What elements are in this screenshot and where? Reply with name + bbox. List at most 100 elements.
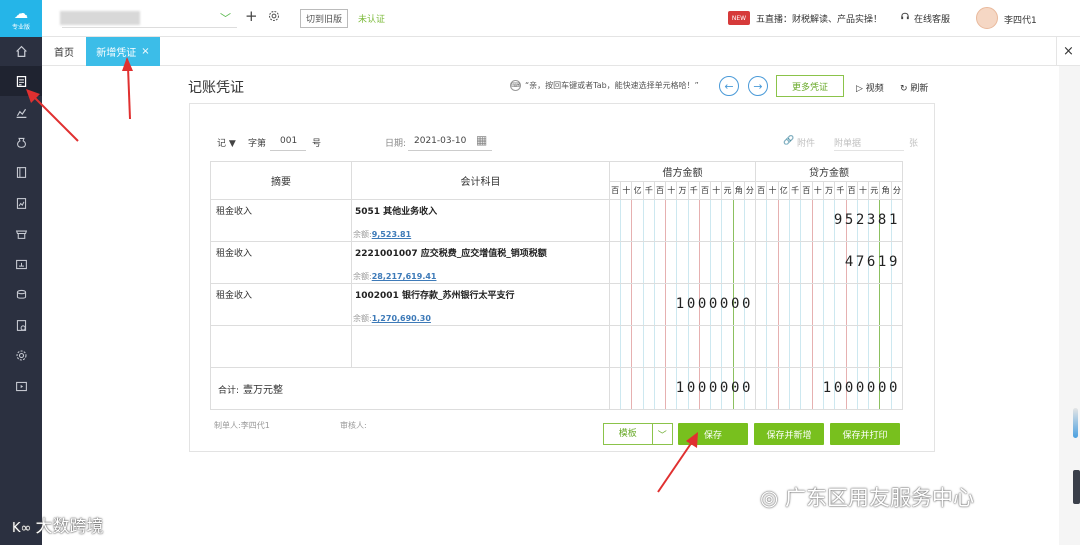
credit-cell[interactable]: 47619 (755, 241, 903, 284)
debit-cell[interactable] (609, 241, 756, 284)
voucher-row: 租金收入 2221001007 应交税费_应交增值税_销项税额 余额:28,217,… (210, 241, 903, 284)
attachment-count-label: 附单据 (834, 139, 862, 149)
digit-column (689, 242, 700, 283)
debit-cell[interactable] (609, 199, 756, 242)
brand-icon: K∞ (12, 521, 36, 536)
template-label[interactable]: 模板 (604, 424, 653, 444)
save-and-print-button[interactable]: 保存并打印 (830, 423, 900, 445)
chevron-down-icon[interactable]: ﹀ (220, 10, 231, 26)
wechat-icon: ◎ (760, 486, 785, 510)
account-cell[interactable]: 1002001 银行存款_苏州银行太平支行 余额:1,270,690.30 (351, 283, 610, 326)
voucher-number-input[interactable]: 001 (280, 136, 297, 146)
account-cell[interactable]: 5051 其他业务收入 余额:9,523.81 (351, 199, 610, 242)
digit-column (801, 284, 813, 325)
sidebar-invoice-icon[interactable] (0, 310, 42, 340)
digit-column (813, 242, 824, 283)
credit-cell[interactable] (755, 325, 903, 368)
refresh-link[interactable]: ↻ 刷新 (900, 81, 928, 94)
sidebar-report-icon[interactable] (0, 188, 42, 218)
switch-old-version-button[interactable]: 切到旧版 (300, 9, 349, 28)
sidebar-home-icon[interactable] (0, 36, 42, 66)
sidebar-cash-icon[interactable] (0, 279, 42, 309)
amount-grid (610, 326, 755, 367)
debit-cell[interactable] (609, 325, 756, 368)
voucher-row (210, 325, 903, 368)
digit-unit-label: 十 (858, 182, 870, 199)
balance-value[interactable]: 9,523.81 (372, 230, 411, 239)
refresh-icon: ↻ (900, 84, 911, 94)
voucher-word-select[interactable]: 记 ▼ (217, 136, 236, 149)
digit-column (813, 284, 824, 325)
attachment-link[interactable]: 附件 (797, 136, 815, 149)
credit-amount: 952381 (833, 212, 900, 228)
avatar[interactable] (976, 7, 998, 29)
online-service-link[interactable]: 在线客服 (914, 12, 950, 25)
digit-column (621, 368, 633, 409)
digit-column (644, 368, 655, 409)
digit-column (711, 242, 723, 283)
digit-unit-label: 亿 (779, 182, 790, 199)
close-icon[interactable]: × (141, 46, 149, 57)
digit-column (745, 326, 755, 367)
digit-unit-label: 角 (734, 182, 745, 199)
credit-cell[interactable]: 952381 (755, 199, 903, 242)
username[interactable]: 李四代1 (1004, 13, 1037, 26)
digit-column (655, 242, 667, 283)
digit-unit-label: 百 (756, 182, 768, 199)
digit-column (858, 284, 870, 325)
digit-unit-label: 元 (722, 182, 734, 199)
summary-cell[interactable]: 租金收入 (210, 199, 352, 242)
digit-column (610, 284, 622, 325)
digit-column (711, 200, 723, 241)
summary-cell[interactable] (210, 325, 352, 368)
news-link[interactable]: 五直播：财税解读、产品实操！ (756, 12, 882, 25)
digit-column (767, 368, 779, 409)
gear-icon[interactable] (268, 10, 280, 25)
digit-unit-label: 元 (869, 182, 881, 199)
sidebar-ledger-icon[interactable] (0, 157, 42, 187)
digit-column (801, 200, 813, 241)
debit-cell[interactable]: 1000000 (609, 283, 756, 326)
sidebar-store-icon[interactable] (0, 218, 42, 248)
account-cell[interactable]: 2221001007 应交税费_应交增值税_销项税额 余额:28,217,619.… (351, 241, 610, 284)
save-and-new-button[interactable]: 保存并新增 (754, 423, 824, 445)
digit-column (644, 242, 655, 283)
account-cell[interactable] (351, 325, 610, 368)
date-input[interactable]: 2021-03-10 (414, 136, 466, 146)
total-debit-cell: 1000000 (609, 367, 756, 410)
unverified-link[interactable]: 未认证 (358, 12, 385, 25)
voucher-row: 租金收入 1002001 银行存款_苏州银行太平支行 余额:1,270,690.30… (210, 283, 903, 326)
digit-column (666, 200, 678, 241)
close-all-tabs-button[interactable]: × (1056, 37, 1080, 66)
more-vouchers-button[interactable]: 更多凭证 (776, 75, 844, 97)
attachment-count-input[interactable] (834, 150, 904, 151)
digit-unit-label: 万 (677, 182, 689, 199)
digit-column (892, 326, 902, 367)
tab-home[interactable]: 首页 (42, 37, 86, 66)
digit-column (779, 368, 790, 409)
digit-column (767, 200, 779, 241)
attachment-unit: 张 (909, 139, 919, 149)
app-logo[interactable]: ☁ 专业版 (0, 0, 42, 37)
date-label: 日期: (385, 139, 407, 149)
sidebar-video-icon[interactable] (0, 371, 42, 401)
digit-column (756, 200, 768, 241)
balance-value[interactable]: 1,270,690.30 (372, 314, 431, 323)
credit-cell[interactable] (755, 283, 903, 326)
digit-column (790, 368, 802, 409)
prev-voucher-button[interactable]: ← (719, 76, 739, 96)
digit-unit-label: 十 (711, 182, 723, 199)
sidebar-settings-icon[interactable] (0, 340, 42, 370)
calendar-icon[interactable]: ▦ (476, 133, 487, 147)
sidebar-asset-icon[interactable] (0, 249, 42, 279)
add-account-set-button[interactable]: + (245, 7, 258, 25)
video-link[interactable]: ▷ 视频 (856, 81, 884, 94)
next-voucher-button[interactable]: → (748, 76, 768, 96)
summary-cell[interactable]: 租金收入 (210, 283, 352, 326)
voucher-table: 摘要 会计科目 借方金额 贷方金额 百十亿千百十万千百十元角分 百十亿千百十万千… (210, 161, 903, 410)
balance-value[interactable]: 28,217,619.41 (372, 272, 437, 281)
summary-cell[interactable]: 租金收入 (210, 241, 352, 284)
digit-column (869, 326, 881, 367)
digit-column (689, 200, 700, 241)
credit-digit-header: 百十亿千百十万千百十元角分 (755, 181, 903, 200)
